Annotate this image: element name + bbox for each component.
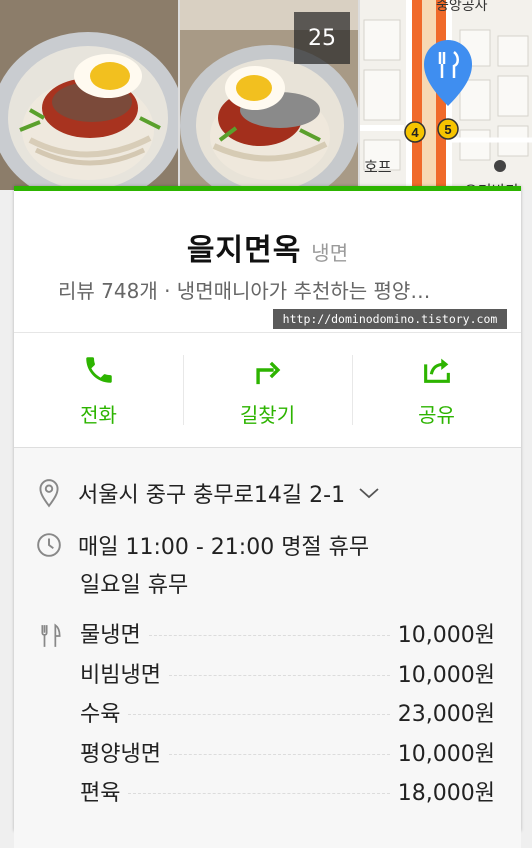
location-map[interactable]: 4 5 중앙공사 호프 오기바다 (360, 0, 532, 190)
menu-item: 평양냉면 10,000원 (80, 736, 495, 776)
menu-item-price: 23,000원 (397, 702, 495, 727)
photo-strip[interactable]: 25 4 5 중앙공사 호프 (0, 0, 532, 190)
place-name: 을지면옥 (186, 233, 302, 268)
place-card: 을지면옥 냉면 리뷰 748개 · 냉면매니아가 추천하는 평양… http://… (14, 186, 521, 848)
call-button[interactable]: 전화 (14, 333, 183, 447)
closed-day-text: 일요일 휴무 (80, 573, 189, 598)
watermark: http://dominodomino.tistory.com (273, 309, 507, 329)
dotted-leader (148, 635, 390, 636)
menu-item-name: 물냉면 (80, 623, 141, 648)
map-marker-4: 4 (411, 125, 419, 140)
menu-item: 수육 23,000원 (80, 696, 495, 736)
menu-item-price: 10,000원 (397, 662, 495, 688)
phone-icon (85, 357, 112, 383)
map-label-top: 중앙공사 (436, 0, 488, 14)
share-button[interactable]: 공유 (352, 333, 521, 447)
dotted-leader (128, 793, 390, 794)
location-pin-icon (39, 479, 59, 508)
menu-item: 비빔냉면 10,000원 (80, 657, 495, 697)
chevron-down-icon[interactable] (357, 485, 381, 501)
dotted-leader (168, 674, 390, 676)
share-label: 공유 (418, 403, 455, 427)
hours-text: 매일 11:00 - 21:00 명절 휴무 (78, 535, 370, 560)
map-label-hof: 호프 (364, 158, 392, 176)
menu-item-price: 18,000원 (397, 781, 495, 806)
map-marker-5: 5 (444, 122, 451, 137)
food-photo-2[interactable]: 25 (180, 0, 358, 190)
photo-count-badge: 25 (294, 12, 350, 64)
directions-button[interactable]: 길찾기 (183, 333, 352, 447)
menu-item: 물냉면 10,000원 (80, 617, 495, 657)
directions-icon (255, 361, 280, 385)
menu-item-name: 수육 (80, 702, 121, 727)
food-photo-1[interactable] (0, 0, 178, 190)
hours-row: 매일 11:00 - 21:00 명절 휴무 (36, 529, 369, 561)
clock-icon (37, 533, 61, 557)
place-category: 냉면 (311, 241, 349, 265)
action-bar: 전화 길찾기 공유 (14, 333, 521, 447)
menu-item-name: 편육 (80, 781, 121, 806)
fork-knife-icon (41, 623, 61, 647)
menu-item-name: 비빔냉면 (80, 662, 161, 688)
menu-item-price: 10,000원 (397, 741, 495, 767)
menu-item-price: 10,000원 (397, 623, 495, 648)
address-text: 서울시 중구 충무로14길 2-1 (78, 483, 346, 508)
call-label: 전화 (80, 403, 117, 427)
directions-label: 길찾기 (239, 403, 296, 427)
menu-item-name: 평양냉면 (80, 741, 161, 767)
dotted-leader (168, 753, 390, 755)
address-row[interactable]: 서울시 중구 충무로14길 2-1 (36, 477, 381, 509)
share-icon (423, 358, 450, 383)
place-summary[interactable]: 리뷰 748개 · 냉면매니아가 추천하는 평양… (58, 275, 498, 304)
title-row: 을지면옥 냉면 (14, 225, 521, 269)
menu-item: 편육 18,000원 (80, 775, 495, 815)
menu-list: 물냉면 10,000원 비빔냉면 10,000원 수육 23,000원 평양냉면 10,… (80, 617, 495, 815)
dotted-leader (128, 714, 390, 715)
